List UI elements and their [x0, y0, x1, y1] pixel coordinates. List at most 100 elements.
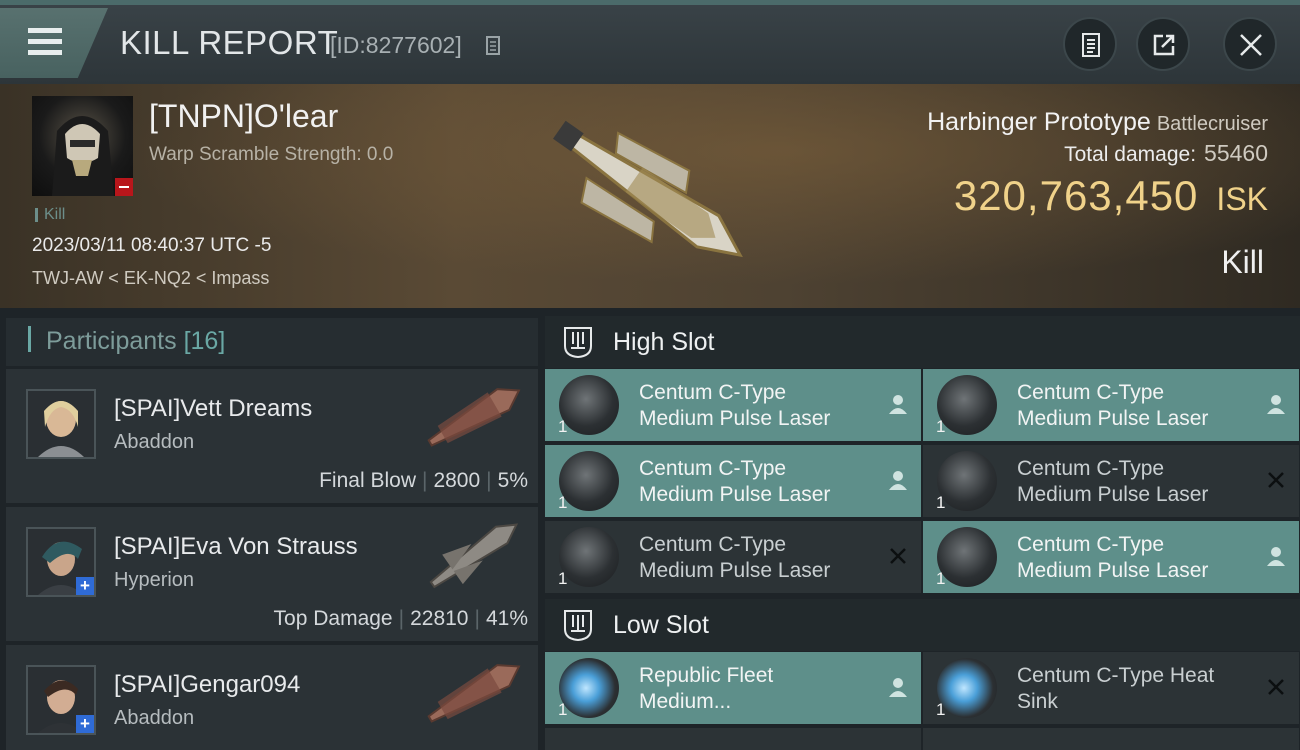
kill-tag-marker — [35, 208, 38, 222]
module-name: Centum C-Type Medium Pulse Laser — [639, 456, 879, 508]
victim-ship-type[interactable]: Harbinger Prototype Battlecruiser — [927, 108, 1268, 137]
module-name-line1: Centum C-Type — [1017, 381, 1165, 404]
participant-row[interactable]: + [SPAI]Eva Von Strauss Hyperion Top Dam… — [6, 507, 538, 641]
destroyed-x-icon — [890, 548, 906, 564]
module-name-line1: Centum C-Type — [1017, 457, 1165, 480]
module-item-partial[interactable] — [545, 728, 921, 750]
victim-ship-image[interactable] — [530, 92, 770, 292]
module-item[interactable]: 1 Centum C-Type Medium Pulse Laser — [923, 369, 1299, 441]
module-name-line2: Sink — [1017, 690, 1058, 713]
module-quantity: 1 — [558, 569, 568, 588]
isk-unit: ISK — [1216, 181, 1268, 217]
module-quantity: 1 — [936, 569, 946, 588]
kill-report-header: KILL REPORT [ID:8277602] — [0, 0, 1300, 84]
clipboard-button[interactable] — [1063, 17, 1117, 71]
participant-percent: 5% — [497, 469, 528, 492]
low-slot-icon — [564, 610, 592, 641]
kill-datetime: 2023/03/11 08:40:37 UTC -5 — [32, 235, 272, 256]
participant-name[interactable]: [SPAI]Gengar094 — [114, 671, 300, 699]
participant-role: Final Blow — [319, 469, 416, 492]
module-name-line2: Medium Pulse Laser — [1017, 559, 1209, 582]
module-item[interactable]: 1 Centum C-Type Medium Pulse Laser — [923, 445, 1299, 517]
copy-icon[interactable] — [486, 36, 502, 56]
total-damage-label: Total damage: — [1064, 143, 1197, 166]
pulse-laser-icon — [559, 527, 619, 587]
participant-ship-image[interactable] — [418, 515, 528, 595]
dropped-person-icon — [889, 395, 907, 414]
module-name: Centum C-Type Medium Pulse Laser — [1017, 456, 1257, 508]
dropped-person-icon — [1267, 547, 1285, 566]
kill-location[interactable]: TWJ-AW < EK-NQ2 < Impass — [32, 268, 269, 289]
pulse-laser-icon — [937, 375, 997, 435]
module-name: Republic Fleet Medium... — [639, 663, 879, 715]
ship-class: Battlecruiser — [1156, 113, 1268, 135]
low-slot-header: Low Slot — [545, 599, 1300, 651]
module-name-line2: Medium... — [639, 690, 732, 713]
module-name: Centum C-Type Medium Pulse Laser — [639, 380, 879, 432]
participants-title: Participants [16] — [46, 327, 225, 356]
participants-header: Participants [16] — [6, 318, 538, 366]
participant-damage: 2800 — [433, 469, 481, 492]
module-item[interactable]: 1 Centum C-Type Medium Pulse Laser — [545, 369, 921, 441]
module-name-line2: Medium Pulse Laser — [1017, 407, 1209, 430]
avatar[interactable] — [26, 389, 96, 459]
pulse-laser-icon — [937, 451, 997, 511]
module-name-line2: Medium Pulse Laser — [639, 483, 831, 506]
high-slot-header: High Slot — [545, 316, 1300, 368]
module-name-line1: Centum C-Type Heat — [1017, 664, 1215, 687]
module-quantity: 1 — [558, 417, 568, 436]
fleet-module-icon — [559, 658, 619, 718]
participant-stats: Top Damage | 22810 | 41% — [274, 607, 528, 631]
ship-name: Harbinger Prototype — [927, 108, 1151, 136]
isk-value: 320,763,450 — [953, 172, 1199, 219]
isk-value-row: 320,763,450 ISK — [954, 172, 1268, 220]
share-button[interactable] — [1136, 17, 1190, 71]
participant-name[interactable]: [SPAI]Eva Von Strauss — [114, 533, 358, 561]
module-name-line2: Medium Pulse Laser — [1017, 483, 1209, 506]
alliance-plus-badge: + — [76, 577, 94, 595]
participant-ship-image[interactable] — [418, 377, 528, 457]
stats-separator: | — [474, 607, 480, 630]
participant-ship: Abaddon — [114, 431, 195, 453]
module-item[interactable]: 1 Centum C-Type Heat Sink — [923, 652, 1299, 724]
header-accent-line — [0, 0, 1300, 5]
pulse-laser-icon — [559, 451, 619, 511]
participant-role: Top Damage — [273, 607, 393, 630]
module-item[interactable]: 1 Centum C-Type Medium Pulse Laser — [545, 445, 921, 517]
module-quantity: 1 — [558, 700, 568, 719]
hostile-status-badge — [115, 178, 133, 196]
close-button[interactable] — [1223, 17, 1277, 71]
menu-button[interactable] — [0, 8, 108, 78]
destroyed-x-icon — [1268, 472, 1284, 488]
participant-ship-image[interactable] — [418, 653, 528, 733]
module-item[interactable]: 1 Centum C-Type Medium Pulse Laser — [923, 521, 1299, 593]
module-item-partial[interactable] — [923, 728, 1299, 750]
pulse-laser-icon — [559, 375, 619, 435]
dropped-person-icon — [889, 471, 907, 490]
victim-name[interactable]: [TNPN]O'lear — [149, 98, 338, 135]
participant-row[interactable]: [SPAI]Vett Dreams Abaddon Final Blow | 280… — [6, 369, 538, 503]
high-slot-icon — [564, 327, 592, 358]
kill-tag: Kill — [44, 206, 66, 223]
module-item[interactable]: 1 Republic Fleet Medium... — [545, 652, 921, 724]
module-name-line1: Centum C-Type — [639, 381, 787, 404]
module-name: Centum C-Type Medium Pulse Laser — [1017, 380, 1257, 432]
module-name-line2: Medium Pulse Laser — [639, 407, 831, 430]
close-icon — [1240, 34, 1262, 56]
module-item[interactable]: 1 Centum C-Type Medium Pulse Laser — [545, 521, 921, 593]
total-damage-value: 55460 — [1204, 140, 1268, 166]
dropped-person-icon — [1267, 395, 1285, 414]
kill-result: Kill — [1221, 244, 1264, 280]
participants-label: Participants — [46, 327, 177, 355]
participant-name[interactable]: [SPAI]Vett Dreams — [114, 395, 312, 423]
low-slot-title: Low Slot — [613, 611, 709, 639]
participant-row[interactable]: + [SPAI]Gengar094 Abaddon — [6, 645, 538, 750]
participants-count: [16] — [183, 327, 226, 355]
stats-separator: | — [421, 469, 428, 492]
clipboard-icon — [1082, 33, 1100, 57]
participant-stats: Final Blow | 2800 | 5% — [319, 469, 528, 493]
module-name-line2: Medium Pulse Laser — [639, 559, 831, 582]
report-id: [ID:8277602] — [330, 32, 462, 58]
total-damage-row: Total damage: 55460 — [1064, 140, 1268, 167]
module-name: Centum C-Type Heat Sink — [1017, 663, 1257, 715]
